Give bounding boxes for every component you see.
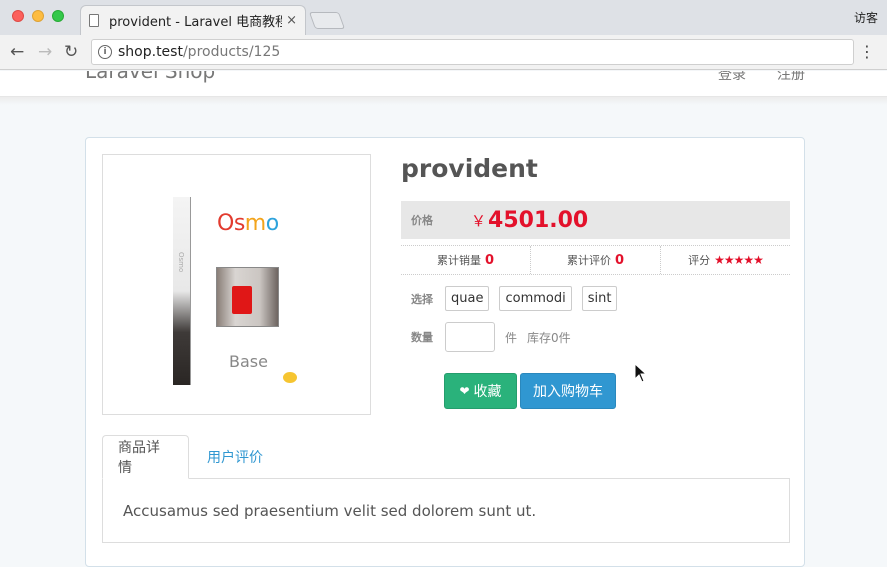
stat-rating: 评分 ★★★★★ xyxy=(660,246,790,274)
rating-stars-icon: ★★★★★ xyxy=(714,253,764,267)
browser-toolbar: ← → ↻ i shop.test/products/125 ⋮ xyxy=(0,35,887,70)
forward-arrow-icon[interactable]: → xyxy=(38,41,52,63)
login-link[interactable]: 登录 xyxy=(718,71,746,84)
quantity-unit: 件 xyxy=(505,330,518,345)
sku-option-commodi[interactable]: commodi xyxy=(499,286,572,311)
package-photo xyxy=(216,267,279,327)
tab-close-icon[interactable]: × xyxy=(286,13,297,28)
favorite-button[interactable]: ❤ 收藏 xyxy=(444,373,517,409)
tab-product-detail[interactable]: 商品详情 xyxy=(102,435,189,479)
quantity-row: 数量 件 库存0件 xyxy=(401,322,571,352)
tab-user-reviews[interactable]: 用户评价 xyxy=(192,435,278,479)
window-minimize-icon[interactable] xyxy=(32,10,44,22)
product-description: Accusamus sed praesentium velit sed dolo… xyxy=(102,479,790,543)
browser-menu-icon[interactable]: ⋮ xyxy=(859,43,875,61)
price-label: 价格 xyxy=(411,214,433,227)
image-caption: Base xyxy=(229,352,268,371)
rating-label: 评分 xyxy=(688,254,711,267)
product-tabs: 商品详情 用户评价 xyxy=(102,435,790,479)
review-count: 0 xyxy=(614,252,625,268)
document-icon xyxy=(89,14,99,27)
price-bar: 价格 ￥ 4501.00 xyxy=(401,201,790,239)
window-close-icon[interactable] xyxy=(12,10,24,22)
image-brand-logo: Osmo xyxy=(217,211,279,236)
url-path: /products/125 xyxy=(182,44,281,60)
quantity-label: 数量 xyxy=(411,331,433,344)
browser-tabstrip: provident - Laravel 电商教程 × 访客 xyxy=(0,0,887,35)
window-maximize-icon[interactable] xyxy=(52,10,64,22)
guest-profile[interactable]: 访客 xyxy=(854,9,878,26)
back-arrow-icon[interactable]: ← xyxy=(10,41,24,63)
reload-icon[interactable]: ↻ xyxy=(64,41,78,63)
mascot-icon xyxy=(283,372,297,383)
package-spine: Osmo xyxy=(173,197,191,385)
stock-text: 库存0件 xyxy=(527,330,571,345)
site-navbar: Laravel Shop 登录 注册 xyxy=(0,71,887,97)
url-host: shop.test xyxy=(118,44,183,60)
tab-title: provident - Laravel 电商教程 xyxy=(109,15,283,30)
sold-label: 累计销量 xyxy=(436,254,481,267)
photo-red-stand xyxy=(232,286,252,314)
spine-label: Osmo xyxy=(177,252,185,273)
stat-sold: 累计销量 0 xyxy=(401,246,530,274)
sku-label: 选择 xyxy=(411,292,433,306)
price-value: 4501.00 xyxy=(488,207,589,233)
sku-option-quae[interactable]: quae xyxy=(445,286,490,311)
currency-symbol: ￥ xyxy=(471,211,487,230)
register-link[interactable]: 注册 xyxy=(777,71,805,84)
add-to-cart-button[interactable]: 加入购物车 xyxy=(520,373,616,409)
product-title: provident xyxy=(401,154,538,183)
new-tab-button[interactable] xyxy=(308,12,346,29)
heart-icon: ❤ xyxy=(459,384,470,398)
sku-row: 选择 quae commodi sint xyxy=(401,286,627,311)
navbar-shadow xyxy=(0,97,887,105)
favorite-label: 收藏 xyxy=(473,384,502,400)
review-label: 累计评价 xyxy=(566,254,611,267)
address-bar[interactable]: i shop.test/products/125 xyxy=(91,39,854,65)
sku-option-sint[interactable]: sint xyxy=(581,286,618,311)
info-icon[interactable]: i xyxy=(98,45,112,59)
browser-tab[interactable]: provident - Laravel 电商教程 × xyxy=(80,5,306,35)
site-brand[interactable]: Laravel Shop xyxy=(85,71,215,83)
sold-count: 0 xyxy=(484,252,495,268)
add-to-cart-label: 加入购物车 xyxy=(533,384,603,400)
stat-reviews: 累计评价 0 xyxy=(530,246,660,274)
product-stats: 累计销量 0 累计评价 0 评分 ★★★★★ xyxy=(401,245,790,275)
product-card: Osmo Osmo Base provident 价格 ￥ 4501.00 累计… xyxy=(85,137,805,567)
product-image: Osmo Osmo Base xyxy=(102,154,371,415)
quantity-input[interactable] xyxy=(445,322,495,352)
